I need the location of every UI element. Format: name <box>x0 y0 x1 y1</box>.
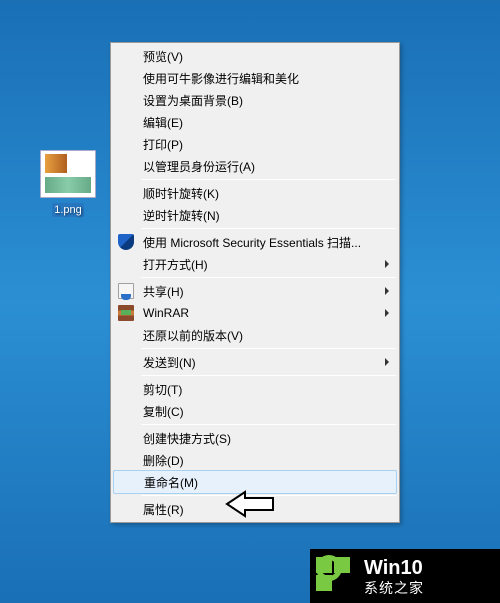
brand-logo-icon <box>316 555 358 597</box>
menu-item-cut[interactable]: 剪切(T) <box>113 378 397 400</box>
menu-label: 打开方式(H) <box>143 256 379 273</box>
menu-label: 以管理员身份运行(A) <box>143 158 379 175</box>
brand-text: Win10 系统之家 <box>364 556 424 597</box>
menu-item-restore-versions[interactable]: 还原以前的版本(V) <box>113 324 397 346</box>
menu-separator <box>141 277 396 278</box>
menu-label: 创建快捷方式(S) <box>143 430 379 447</box>
menu-separator <box>141 348 396 349</box>
menu-label: 预览(V) <box>143 48 379 65</box>
menu-item-keniu-edit[interactable]: 使用可牛影像进行编辑和美化 <box>113 67 397 89</box>
menu-item-print[interactable]: 打印(P) <box>113 133 397 155</box>
brand-line2: 系统之家 <box>364 580 424 597</box>
file-name-label: 1.png <box>52 203 84 217</box>
menu-separator <box>141 179 396 180</box>
menu-label: 复制(C) <box>143 403 379 420</box>
menu-label: 发送到(N) <box>143 354 379 371</box>
menu-label: 剪切(T) <box>143 381 379 398</box>
submenu-arrow-icon <box>385 358 389 366</box>
menu-label: 重命名(M) <box>144 474 378 491</box>
menu-label: 打印(P) <box>143 136 379 153</box>
menu-label: 使用可牛影像进行编辑和美化 <box>143 70 379 87</box>
menu-item-winrar[interactable]: WinRAR <box>113 302 397 324</box>
menu-label: 设置为桌面背景(B) <box>143 92 379 109</box>
submenu-arrow-icon <box>385 287 389 295</box>
menu-label: WinRAR <box>143 306 379 320</box>
desktop-file-icon[interactable]: 1.png <box>38 150 98 216</box>
menu-separator <box>141 375 396 376</box>
menu-label: 共享(H) <box>143 283 379 300</box>
share-icon <box>118 283 134 299</box>
menu-label: 使用 Microsoft Security Essentials 扫描... <box>143 234 379 251</box>
site-watermark: Win10 系统之家 <box>310 549 500 603</box>
shield-icon <box>118 234 134 250</box>
file-context-menu: 预览(V) 使用可牛影像进行编辑和美化 设置为桌面背景(B) 编辑(E) 打印(… <box>110 42 400 523</box>
menu-item-mse-scan[interactable]: 使用 Microsoft Security Essentials 扫描... <box>113 231 397 253</box>
winrar-icon <box>118 305 134 321</box>
submenu-arrow-icon <box>385 260 389 268</box>
menu-separator <box>141 228 396 229</box>
menu-item-rotate-ccw[interactable]: 逆时针旋转(N) <box>113 204 397 226</box>
file-thumbnail <box>40 150 96 198</box>
menu-label: 删除(D) <box>143 452 379 469</box>
menu-label: 顺时针旋转(K) <box>143 185 379 202</box>
menu-item-set-wallpaper[interactable]: 设置为桌面背景(B) <box>113 89 397 111</box>
menu-item-open-with[interactable]: 打开方式(H) <box>113 253 397 275</box>
menu-label: 还原以前的版本(V) <box>143 327 379 344</box>
menu-item-copy[interactable]: 复制(C) <box>113 400 397 422</box>
annotation-arrow-icon <box>225 490 275 518</box>
menu-item-share[interactable]: 共享(H) <box>113 280 397 302</box>
menu-item-send-to[interactable]: 发送到(N) <box>113 351 397 373</box>
menu-item-create-shortcut[interactable]: 创建快捷方式(S) <box>113 427 397 449</box>
menu-item-delete[interactable]: 删除(D) <box>113 449 397 471</box>
menu-label: 逆时针旋转(N) <box>143 207 379 224</box>
menu-item-edit[interactable]: 编辑(E) <box>113 111 397 133</box>
menu-item-run-as-admin[interactable]: 以管理员身份运行(A) <box>113 155 397 177</box>
submenu-arrow-icon <box>385 309 389 317</box>
menu-label: 编辑(E) <box>143 114 379 131</box>
brand-line1: Win10 <box>364 556 424 580</box>
menu-item-rotate-cw[interactable]: 顺时针旋转(K) <box>113 182 397 204</box>
menu-separator <box>141 424 396 425</box>
menu-item-preview[interactable]: 预览(V) <box>113 45 397 67</box>
